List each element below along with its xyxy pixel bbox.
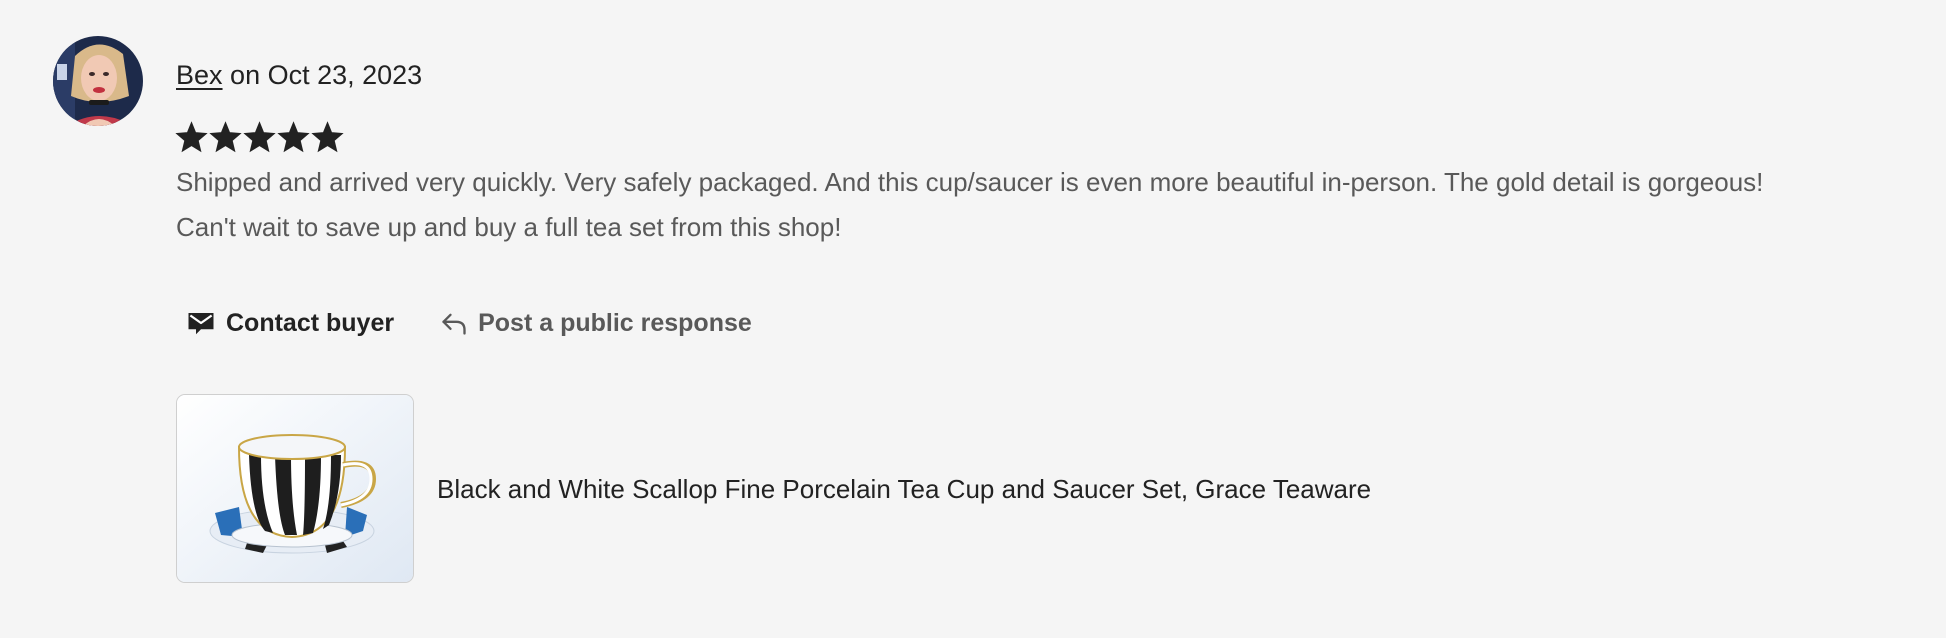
star-icon bbox=[311, 121, 344, 153]
review-date: on Oct 23, 2023 bbox=[230, 60, 423, 90]
avatar-image bbox=[53, 36, 143, 126]
post-public-response-button[interactable]: Post a public response bbox=[440, 309, 752, 338]
contact-buyer-label: Contact buyer bbox=[226, 308, 395, 337]
review-text-line: Can't wait to save up and buy a full tea… bbox=[176, 212, 842, 242]
star-icon bbox=[209, 121, 242, 153]
review-card: Bex on Oct 23, 2023 Shipped and arrived … bbox=[0, 0, 1946, 638]
avatar[interactable] bbox=[53, 36, 143, 126]
listing-title[interactable]: Black and White Scallop Fine Porcelain T… bbox=[437, 472, 1371, 506]
star-icon bbox=[243, 121, 276, 153]
contact-buyer-button[interactable]: Contact buyer bbox=[186, 308, 394, 338]
review-text: Shipped and arrived very quickly. Very s… bbox=[176, 160, 1926, 250]
envelope-icon bbox=[186, 308, 216, 338]
listing-thumbnail[interactable] bbox=[176, 394, 414, 583]
star-rating bbox=[175, 121, 344, 154]
review-actions: Contact buyer Post a public response bbox=[186, 308, 752, 338]
review-text-line: Shipped and arrived very quickly. Very s… bbox=[176, 167, 1764, 197]
star-icon bbox=[175, 121, 208, 153]
star-icon bbox=[277, 121, 310, 153]
teacup-image bbox=[177, 395, 413, 582]
post-public-response-label: Post a public response bbox=[478, 308, 752, 337]
review-meta: Bex on Oct 23, 2023 bbox=[176, 58, 422, 92]
reviewer-name-link[interactable]: Bex bbox=[176, 60, 223, 90]
purchased-listing[interactable]: Black and White Scallop Fine Porcelain T… bbox=[176, 394, 1371, 583]
reply-arrow-icon bbox=[440, 309, 468, 337]
